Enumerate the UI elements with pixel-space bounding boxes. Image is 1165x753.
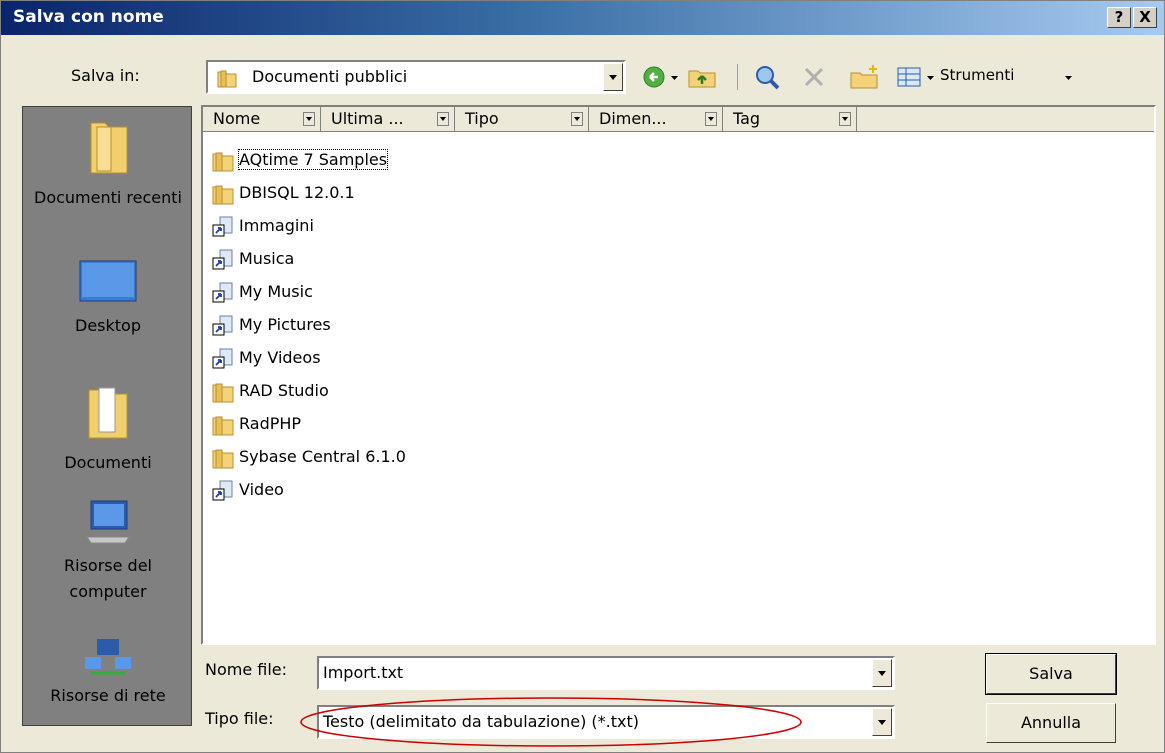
search-web-icon[interactable]	[753, 63, 783, 91]
place-label: Risorse del computer	[64, 556, 152, 601]
file-name: AQtime 7 Samples	[237, 149, 389, 170]
column-label: Ultima ...	[331, 109, 404, 128]
shortcut-icon	[212, 480, 233, 500]
delete-icon[interactable]	[801, 63, 827, 91]
place-recent-documents[interactable]: Documenti recenti	[23, 117, 193, 211]
column-label: Dimen...	[599, 109, 667, 128]
filename-label: Nome file:	[205, 660, 288, 679]
file-list[interactable]: Nome Ultima ... Tipo Dimen... Tag AQtime…	[201, 105, 1156, 645]
place-label: Risorse di rete	[50, 686, 166, 705]
tools-dropdown-icon[interactable]	[1063, 63, 1075, 91]
filename-dropdown-button[interactable]	[872, 659, 892, 687]
file-name: My Videos	[239, 348, 321, 367]
views-dropdown-icon[interactable]	[925, 63, 937, 91]
column-header-modified[interactable]: Ultima ...	[321, 107, 455, 132]
shortcut-icon	[212, 348, 233, 368]
my-computer-icon	[86, 500, 130, 544]
folder-icon	[212, 152, 234, 171]
toolbar-separator	[737, 64, 738, 90]
filename-input[interactable]: Import.txt	[317, 656, 895, 690]
file-name: My Pictures	[239, 315, 331, 334]
column-dropdown-icon[interactable]	[839, 112, 851, 126]
save-button[interactable]: Salva	[985, 653, 1117, 695]
close-button[interactable]: X	[1133, 7, 1157, 28]
filetype-label: Tipo file:	[205, 709, 274, 728]
folder-icon	[212, 185, 234, 204]
column-dropdown-icon[interactable]	[571, 112, 583, 126]
back-dropdown-icon[interactable]	[669, 63, 681, 91]
shortcut-icon	[212, 282, 233, 302]
help-button[interactable]: ?	[1107, 7, 1131, 28]
file-name: DBISQL 12.0.1	[239, 183, 355, 202]
save-in-combo[interactable]: Documenti pubblici	[206, 60, 626, 94]
file-name: Musica	[239, 249, 295, 268]
tools-label: Strumenti	[940, 66, 1015, 84]
column-header-type[interactable]: Tipo	[455, 107, 589, 132]
recent-documents-icon	[90, 122, 128, 174]
file-name: RadPHP	[239, 414, 302, 433]
place-label: Documenti recenti	[34, 188, 182, 207]
file-list-item[interactable]: My Music	[211, 275, 313, 308]
up-folder-icon[interactable]	[687, 63, 717, 91]
tools-menu[interactable]: Strumenti	[940, 66, 1014, 84]
file-name: RAD Studio	[239, 381, 329, 400]
file-list-item[interactable]: My Videos	[211, 341, 321, 374]
file-name: My Music	[239, 282, 313, 301]
new-folder-icon[interactable]	[849, 63, 881, 91]
column-label: Tipo	[465, 109, 499, 128]
folder-icon	[217, 70, 237, 88]
column-label: Nome	[213, 109, 261, 128]
file-list-item[interactable]: Immagini	[211, 209, 314, 242]
column-label: Tag	[733, 109, 761, 128]
file-list-item[interactable]: RAD Studio	[211, 374, 329, 407]
filetype-dropdown-button[interactable]	[872, 708, 892, 736]
shortcut-icon	[212, 315, 233, 335]
cancel-button[interactable]: Annulla	[986, 703, 1116, 743]
column-header-size[interactable]: Dimen...	[589, 107, 723, 132]
desktop-icon	[79, 260, 137, 302]
column-header-filler	[857, 107, 1154, 132]
file-list-item[interactable]: Musica	[211, 242, 294, 275]
place-documents[interactable]: Documenti	[23, 382, 193, 476]
column-dropdown-icon[interactable]	[705, 112, 717, 126]
window-title: Salva con nome	[13, 7, 164, 27]
place-network[interactable]: Risorse di rete	[23, 637, 193, 709]
documents-icon	[88, 387, 128, 439]
back-icon[interactable]	[641, 63, 667, 91]
file-list-item[interactable]: AQtime 7 Samples	[211, 143, 389, 176]
title-bar[interactable]: Salva con nome ? X	[1, 1, 1164, 35]
file-list-item[interactable]: My Pictures	[211, 308, 331, 341]
place-my-computer[interactable]: Risorse del computer	[23, 497, 193, 605]
places-bar: Documenti recenti Desktop Documenti Riso…	[22, 106, 192, 726]
highlight-ellipse	[300, 697, 802, 747]
place-label: Desktop	[75, 316, 141, 335]
file-list-item[interactable]: Sybase Central 6.1.0	[211, 440, 406, 473]
file-name: Video	[239, 480, 284, 499]
file-list-item[interactable]: Video	[211, 473, 284, 506]
file-name: Sybase Central 6.1.0	[239, 447, 406, 466]
place-desktop[interactable]: Desktop	[23, 257, 193, 339]
column-dropdown-icon[interactable]	[303, 112, 315, 126]
folder-icon	[212, 449, 234, 468]
folder-icon	[212, 416, 234, 435]
column-dropdown-icon[interactable]	[437, 112, 449, 126]
folder-icon	[212, 383, 234, 402]
place-label: Documenti	[64, 453, 152, 472]
file-name: Immagini	[239, 216, 314, 235]
column-header-tag[interactable]: Tag	[723, 107, 857, 132]
shortcut-icon	[212, 249, 233, 269]
column-header-name[interactable]: Nome	[203, 107, 321, 132]
shortcut-icon	[212, 216, 233, 236]
filename-value: Import.txt	[323, 663, 404, 682]
save-in-label: Salva in:	[71, 66, 140, 85]
file-list-item[interactable]: DBISQL 12.0.1	[211, 176, 355, 209]
save-in-dropdown-button[interactable]	[603, 63, 623, 91]
views-icon[interactable]	[895, 63, 923, 91]
save-in-value: Documenti pubblici	[252, 67, 408, 86]
network-icon	[85, 639, 131, 675]
file-list-item[interactable]: RadPHP	[211, 407, 301, 440]
save-as-dialog: Salva con nome ? X Salva in: Documenti p…	[0, 0, 1165, 753]
